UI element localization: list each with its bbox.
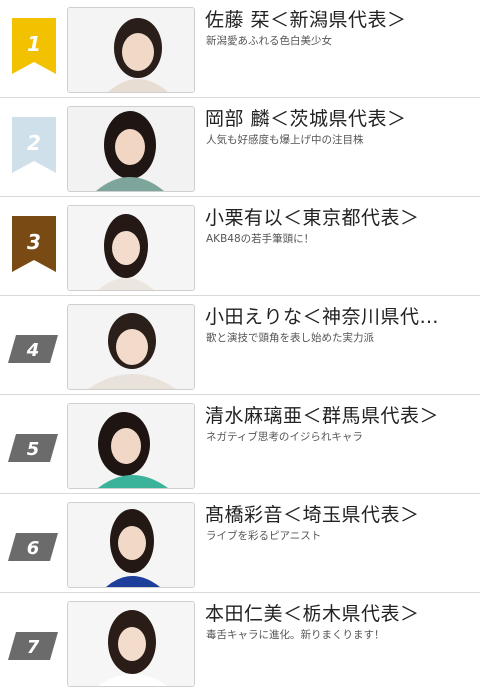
member-description: 人気も好感度も爆上げ中の注目株 — [206, 134, 364, 146]
rank-number: 3 — [27, 230, 41, 254]
rank-7-tag-badge: 7 — [8, 632, 58, 660]
ranking-list: 1 佐藤 栞＜新潟県代表＞ 新潟愛あふれる色白美少女 2 岡部 麟＜茨城県代表＞… — [0, 0, 480, 693]
rank-number: 5 — [27, 439, 40, 460]
rank-3-ribbon-badge: 3 — [12, 216, 56, 272]
member-name: 小栗有以＜東京都代表＞ — [205, 207, 420, 229]
member-name: 清水麻璃亜＜群馬県代表＞ — [205, 405, 440, 427]
member-description: 毒舌キャラに進化。新りまくります！ — [206, 629, 385, 641]
member-photo[interactable] — [67, 502, 195, 588]
ranking-row[interactable]: 4 小田えりな＜神奈川県代… 歌と演技で頭角を表し始めた実力派 — [0, 297, 480, 395]
member-name: 本田仁美＜栃木県代表＞ — [205, 603, 420, 625]
member-name: 岡部 麟＜茨城県代表＞ — [205, 108, 407, 130]
rank-number: 7 — [27, 637, 40, 658]
member-photo[interactable] — [67, 601, 195, 687]
member-photo[interactable] — [67, 304, 195, 390]
member-description: ネガティブ思考のイジられキャラ — [206, 431, 363, 443]
member-photo[interactable] — [67, 106, 195, 192]
member-name: 髙橋彩音＜埼玉県代表＞ — [205, 504, 420, 526]
member-description: 新潟愛あふれる色白美少女 — [206, 35, 332, 47]
rank-number: 1 — [27, 32, 41, 56]
member-photo[interactable] — [67, 205, 195, 291]
rank-4-tag-badge: 4 — [8, 335, 58, 363]
ranking-row[interactable]: 1 佐藤 栞＜新潟県代表＞ 新潟愛あふれる色白美少女 — [0, 0, 480, 98]
ranking-row[interactable]: 7 本田仁美＜栃木県代表＞ 毒舌キャラに進化。新りまくります！ — [0, 594, 480, 693]
ranking-row[interactable]: 2 岡部 麟＜茨城県代表＞ 人気も好感度も爆上げ中の注目株 — [0, 99, 480, 197]
member-description: AKB48の若手筆頭に！ — [206, 233, 315, 245]
ranking-row[interactable]: 3 小栗有以＜東京都代表＞ AKB48の若手筆頭に！ — [0, 198, 480, 296]
rank-number: 4 — [26, 340, 40, 361]
rank-1-ribbon-badge: 1 — [12, 18, 56, 74]
member-photo[interactable] — [67, 403, 195, 489]
rank-2-ribbon-badge: 2 — [12, 117, 56, 173]
rank-number: 2 — [27, 131, 41, 155]
rank-6-tag-badge: 6 — [8, 533, 58, 561]
ranking-row[interactable]: 6 髙橋彩音＜埼玉県代表＞ ライブを彩るピアニスト — [0, 495, 480, 593]
member-name: 小田えりな＜神奈川県代… — [205, 306, 440, 328]
member-description: ライブを彩るピアニスト — [206, 530, 322, 542]
rank-number: 6 — [27, 538, 40, 559]
member-name: 佐藤 栞＜新潟県代表＞ — [205, 9, 407, 31]
member-photo[interactable] — [67, 7, 195, 93]
member-description: 歌と演技で頭角を表し始めた実力派 — [206, 332, 374, 344]
rank-5-tag-badge: 5 — [8, 434, 58, 462]
ranking-row[interactable]: 5 清水麻璃亜＜群馬県代表＞ ネガティブ思考のイジられキャラ — [0, 396, 480, 494]
